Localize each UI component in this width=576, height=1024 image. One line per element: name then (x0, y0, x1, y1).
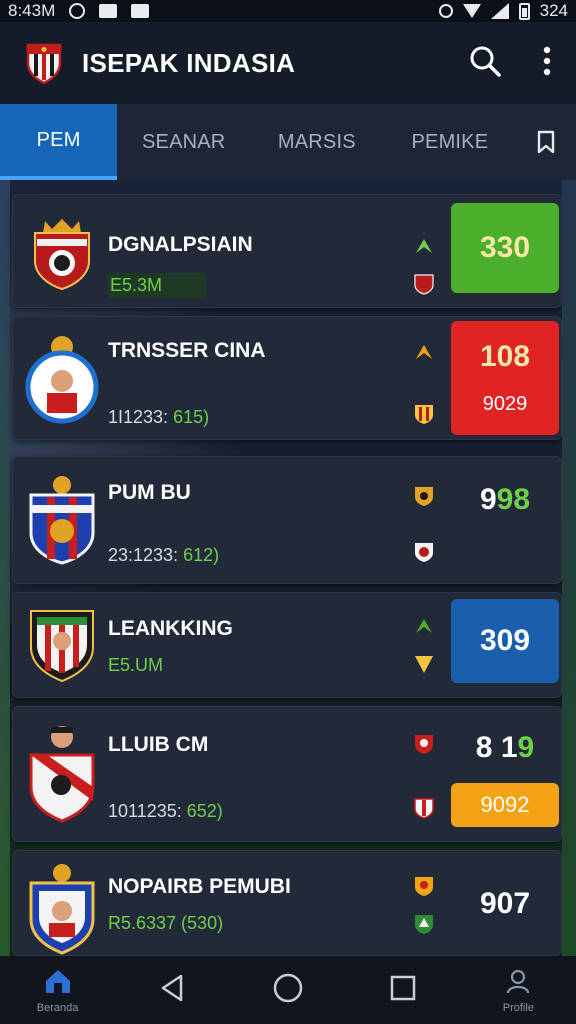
notification-icon (69, 3, 86, 19)
status-bar: 8:43M 324 (0, 0, 576, 22)
team-crest-icon (25, 333, 99, 424)
tab-bar: PEM SEANAR MARSIS PEMIKE (0, 104, 576, 180)
image-icon (131, 4, 150, 18)
app-title: ISEPAK INDASIA (82, 47, 296, 78)
badge-icon (413, 913, 435, 935)
team-crest-icon (25, 475, 99, 567)
team-score: 907 (479, 887, 531, 920)
nav-profile-label: Profile (502, 1001, 534, 1014)
team-value: E5.UM (108, 655, 164, 675)
team-crest-icon (25, 861, 99, 956)
nav-back[interactable] (123, 956, 223, 1024)
tab-pemike[interactable]: PEMIKE (383, 104, 516, 180)
nav-home-label: Beranda (36, 1001, 79, 1014)
team-value: E5.3M (108, 273, 207, 298)
badge-icon (413, 733, 435, 755)
team-name: NOPAIRB PEMUBI (108, 875, 291, 898)
nav-bar: Beranda Profile (0, 956, 576, 1024)
app-bar: ISEPAK INDASIA (0, 22, 576, 104)
team-card[interactable]: TRNSSER CINA 1I1233: 615) 108 9029 (12, 316, 562, 440)
badge-icon (413, 273, 435, 295)
team-value: 1I1233: 615) (108, 407, 210, 427)
battery-icon (518, 2, 530, 20)
badge-icon (413, 485, 435, 507)
team-value: R5.6337 (530) (108, 913, 224, 933)
team-name: DGNALPSIAIN (108, 233, 253, 256)
leaf-icon (413, 235, 435, 257)
search-icon[interactable] (468, 44, 502, 83)
team-value: 23:1233: 612) (108, 545, 220, 565)
nav-home-button[interactable] (238, 956, 338, 1024)
team-list: DGNALPSIAIN E5.3M 330 TRNSSER CINA 1I123… (0, 180, 576, 956)
circle-home-icon (272, 972, 304, 1009)
team-score: 330 (451, 203, 559, 293)
team-score: 8 19 (475, 731, 535, 764)
team-card[interactable]: PUM BU 23:1233: 612) 998 (12, 456, 562, 584)
nav-recents[interactable] (353, 956, 453, 1024)
leaf-icon (413, 615, 435, 637)
tab-pem[interactable]: PEM (0, 104, 118, 180)
battery-level: 324 (539, 1, 568, 20)
team-card[interactable]: DGNALPSIAIN E5.3M 330 (12, 194, 562, 308)
recents-icon (389, 974, 417, 1007)
badge-icon (413, 403, 435, 425)
leaf-icon (413, 341, 435, 363)
team-crest-icon (25, 607, 99, 683)
badge-icon (413, 797, 435, 819)
team-name: TRNSSER CINA (108, 339, 266, 362)
badge-icon (413, 653, 435, 675)
app-logo-icon (24, 41, 64, 85)
bluetooth-icon (438, 4, 453, 18)
team-score-secondary: 9029 (482, 393, 528, 415)
more-vert-icon[interactable] (542, 46, 552, 81)
team-name: PUM BU (108, 481, 191, 504)
team-card[interactable]: LLUIB CM 1011235: 652) 8 19 9092 (12, 706, 562, 842)
mail-icon (99, 4, 118, 18)
team-score: 998 (479, 483, 531, 516)
team-score: 309 (451, 599, 559, 683)
back-icon (159, 973, 187, 1008)
signal-icon (490, 3, 509, 19)
nav-home[interactable]: Beranda (8, 956, 108, 1024)
profile-icon (504, 967, 532, 1000)
badge-icon (413, 875, 435, 897)
badge-icon (413, 541, 435, 563)
tab-marsis[interactable]: MARSIS (250, 104, 383, 180)
nav-profile[interactable]: Profile (468, 956, 568, 1024)
team-crest-icon (25, 215, 99, 291)
bookmark-icon[interactable] (516, 104, 576, 180)
team-crest-icon (25, 721, 99, 825)
home-icon (43, 967, 73, 1000)
status-time: 8:43M (8, 1, 56, 20)
team-card[interactable]: LEANKKING E5.UM 309 (12, 592, 562, 698)
team-score-primary: 108 (479, 340, 531, 373)
team-name: LEANKKING (108, 617, 233, 640)
team-value: 1011235: 652) (108, 801, 223, 821)
wifi-icon (462, 4, 481, 18)
team-card[interactable]: NOPAIRB PEMUBI R5.6337 (530) 907 (12, 850, 562, 956)
tab-seanar[interactable]: SEANAR (117, 104, 250, 180)
team-name: LLUIB CM (108, 733, 209, 756)
team-score-secondary: 9092 (451, 783, 559, 827)
team-score: 108 9029 (451, 321, 559, 435)
